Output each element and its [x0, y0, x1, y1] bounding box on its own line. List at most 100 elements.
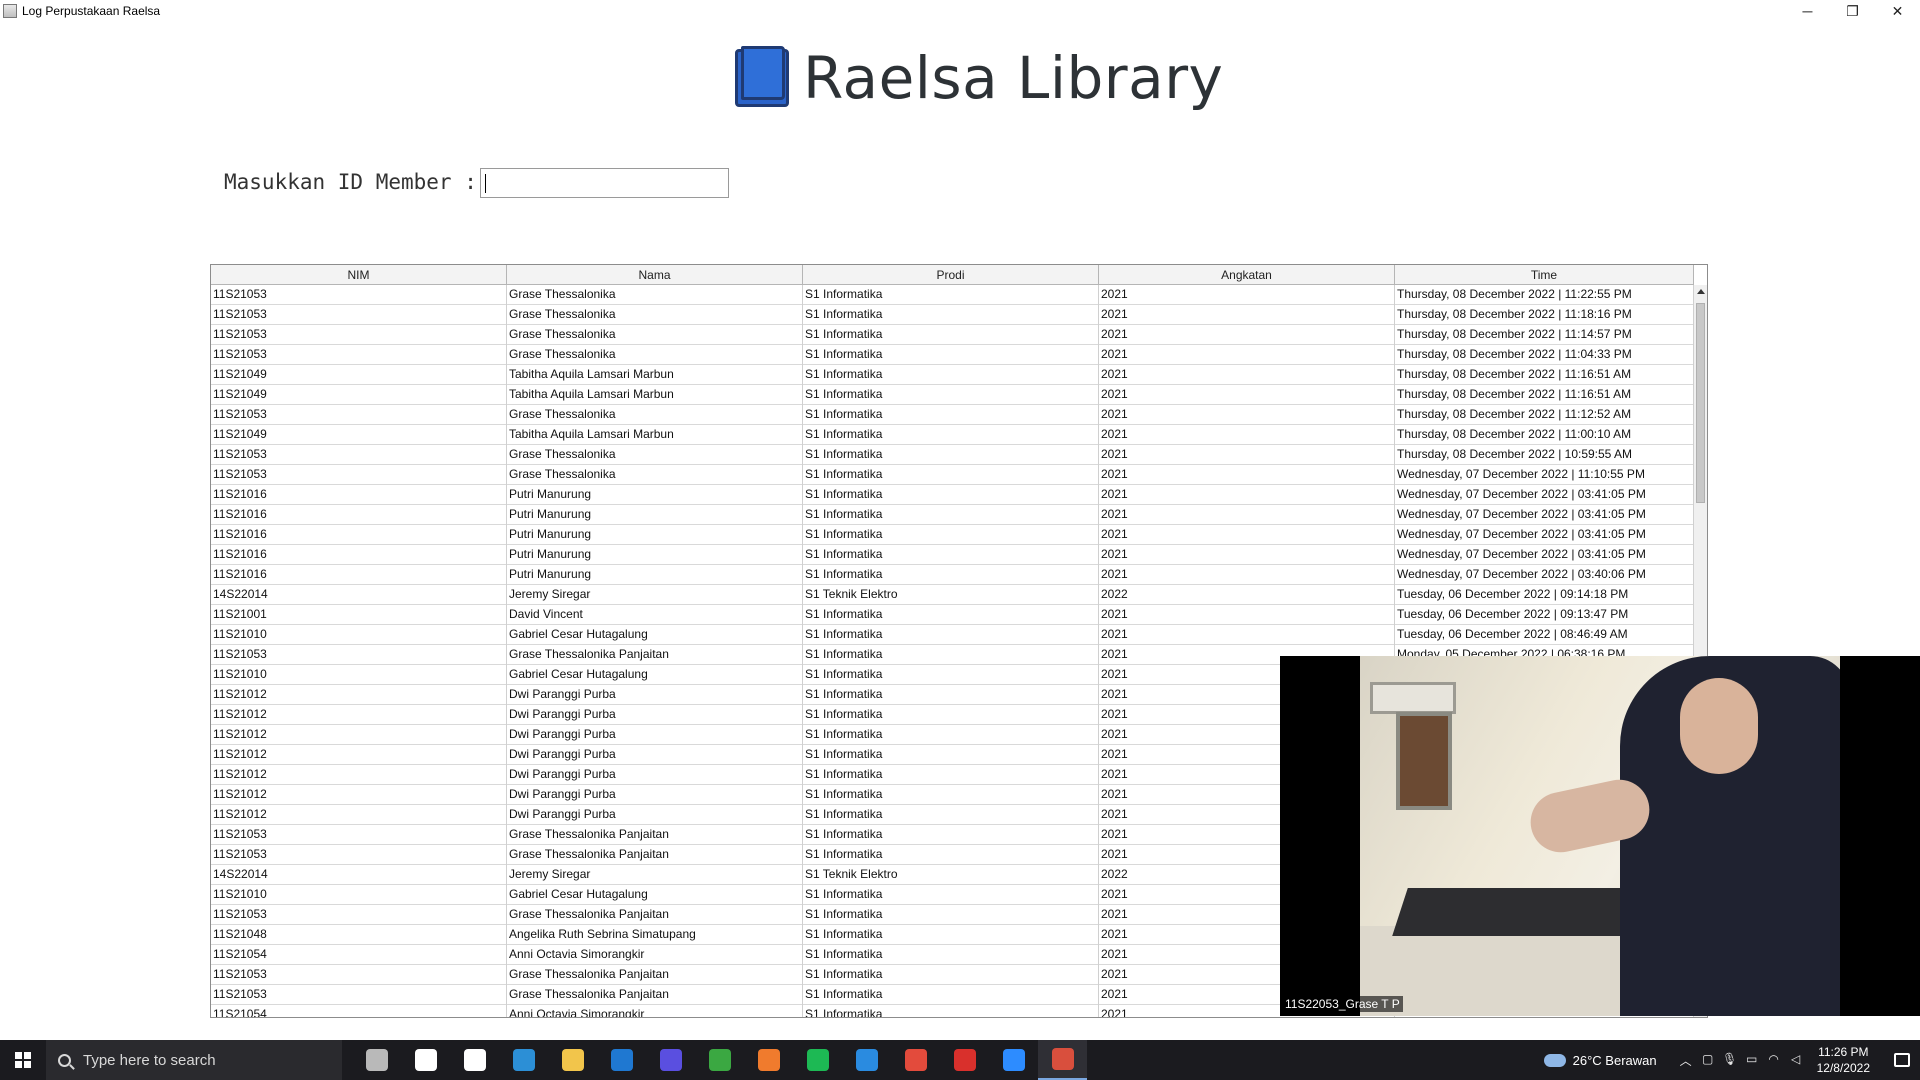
- taskbar-clock[interactable]: 11:26 PM 12/8/2022: [1817, 1044, 1870, 1076]
- cell-prodi: S1 Informatika: [803, 325, 1099, 345]
- java-app-icon: [1051, 1048, 1074, 1070]
- taskbar-app-sketch-app[interactable]: [646, 1040, 695, 1080]
- sketch-app-icon: [659, 1049, 682, 1071]
- app-window: Log Perpustakaan Raelsa ─ ❐ ✕ Raelsa Lib…: [0, 0, 1920, 1040]
- wifi-icon[interactable]: ◠: [1763, 1052, 1785, 1069]
- notification-button[interactable]: [1884, 1040, 1920, 1080]
- cell-prodi: S1 Informatika: [803, 365, 1099, 385]
- taskbar-search[interactable]: Type here to search: [46, 1040, 342, 1080]
- taskbar-app-task-view[interactable]: [450, 1040, 499, 1080]
- cell-time: Thursday, 08 December 2022 | 11:14:57 PM: [1395, 325, 1694, 345]
- taskbar-app-xampp[interactable]: [744, 1040, 793, 1080]
- chrome-icon: [904, 1049, 927, 1071]
- taskbar-app-vscode[interactable]: [842, 1040, 891, 1080]
- table-row[interactable]: 11S21053 Grase Thessalonika S1 Informatika…: [211, 405, 1694, 425]
- cell-nama: Tabitha Aquila Lamsari Marbun: [507, 385, 803, 405]
- column-header-angkatan[interactable]: Angkatan: [1099, 265, 1395, 285]
- column-header-nama[interactable]: Nama: [507, 265, 803, 285]
- cell-angkatan: 2021: [1099, 485, 1395, 505]
- weather-widget[interactable]: 26°C Berawan: [1543, 1053, 1657, 1068]
- cell-nim: 11S21010: [211, 885, 507, 905]
- cell-nama: Grase Thessalonika Panjaitan: [507, 965, 803, 985]
- table-row[interactable]: 11S21016 Putri Manurung S1 Informatika 2021…: [211, 485, 1694, 505]
- taskbar-app-cortana[interactable]: [401, 1040, 450, 1080]
- taskbar-app-edge[interactable]: [499, 1040, 548, 1080]
- cell-nim: 11S21053: [211, 285, 507, 305]
- taskbar-app-xbox[interactable]: [695, 1040, 744, 1080]
- microphone-icon[interactable]: 🎙: [1719, 1052, 1741, 1069]
- cell-nim: 11S21053: [211, 405, 507, 425]
- cell-time: Thursday, 08 December 2022 | 11:22:55 PM: [1395, 285, 1694, 305]
- table-row[interactable]: 11S21053 Grase Thessalonika S1 Informatika…: [211, 305, 1694, 325]
- start-button[interactable]: [0, 1040, 46, 1080]
- table-row[interactable]: 11S21010 Gabriel Cesar Hutagalung S1 Infor…: [211, 625, 1694, 645]
- cell-time: Tuesday, 06 December 2022 | 08:46:49 AM: [1395, 625, 1694, 645]
- restore-button[interactable]: ❐: [1830, 0, 1875, 22]
- cell-prodi: S1 Informatika: [803, 665, 1099, 685]
- column-header-nim[interactable]: NIM: [211, 265, 507, 285]
- cell-nim: 11S21053: [211, 465, 507, 485]
- video-overlay[interactable]: 11S22053_Grase T P: [1280, 656, 1920, 1016]
- scroll-up-arrow-icon[interactable]: [1697, 289, 1705, 294]
- cell-nama: Dwi Paranggi Purba: [507, 745, 803, 765]
- system-tray: 26°C Berawan ︿ ▢ 🎙 ▭ ◠ ◁ 11:26 PM 12/8/2…: [1543, 1040, 1920, 1080]
- cell-angkatan: 2021: [1099, 465, 1395, 485]
- table-row[interactable]: 14S22014 Jeremy Siregar S1 Teknik Elektro 2…: [211, 585, 1694, 605]
- edge-icon: [512, 1049, 535, 1071]
- column-header-time[interactable]: Time: [1395, 265, 1694, 285]
- cell-angkatan: 2021: [1099, 545, 1395, 565]
- cell-prodi: S1 Teknik Elektro: [803, 585, 1099, 605]
- table-row[interactable]: 11S21016 Putri Manurung S1 Informatika 2021…: [211, 565, 1694, 585]
- taskbar-app-mail[interactable]: [597, 1040, 646, 1080]
- taskbar-apps: [352, 1040, 1087, 1080]
- table-row[interactable]: 11S21016 Putri Manurung S1 Informatika 2021…: [211, 525, 1694, 545]
- battery-icon[interactable]: ▭: [1741, 1052, 1763, 1069]
- cell-prodi: S1 Informatika: [803, 625, 1099, 645]
- table-row[interactable]: 11S21001 David Vincent S1 Informatika 2021 T…: [211, 605, 1694, 625]
- cell-nama: Tabitha Aquila Lamsari Marbun: [507, 365, 803, 385]
- search-icon: [58, 1053, 71, 1067]
- mail-icon: [610, 1049, 633, 1071]
- member-id-input[interactable]: [480, 168, 729, 198]
- taskbar-app-zoom[interactable]: [989, 1040, 1038, 1080]
- cell-nama: Grase Thessalonika Panjaitan: [507, 825, 803, 845]
- xampp-icon: [757, 1049, 780, 1071]
- taskbar-app-java-app[interactable]: [1038, 1040, 1087, 1080]
- scroll-thumb[interactable]: [1696, 303, 1705, 503]
- table-row[interactable]: 11S21053 Grase Thessalonika S1 Informatika…: [211, 325, 1694, 345]
- taskbar-app-file-explorer[interactable]: [548, 1040, 597, 1080]
- table-row[interactable]: 11S21049 Tabitha Aquila Lamsari Marbun S1 …: [211, 385, 1694, 405]
- cell-time: Thursday, 08 December 2022 | 11:16:51 AM: [1395, 365, 1694, 385]
- column-header-prodi[interactable]: Prodi: [803, 265, 1099, 285]
- table-row[interactable]: 11S21016 Putri Manurung S1 Informatika 2021…: [211, 545, 1694, 565]
- cell-nama: Putri Manurung: [507, 545, 803, 565]
- cell-nama: Dwi Paranggi Purba: [507, 805, 803, 825]
- cell-nim: 11S21053: [211, 345, 507, 365]
- volume-icon[interactable]: ◁: [1785, 1052, 1807, 1069]
- app-header: Raelsa Library: [735, 44, 1223, 112]
- minimize-button[interactable]: ─: [1785, 0, 1830, 22]
- chevron-up-icon[interactable]: ︿: [1675, 1052, 1697, 1069]
- cell-prodi: S1 Informatika: [803, 645, 1099, 665]
- table-row[interactable]: 11S21053 Grase Thessalonika S1 Informatika…: [211, 285, 1694, 305]
- table-row[interactable]: 11S21053 Grase Thessalonika S1 Informatika…: [211, 345, 1694, 365]
- meet-now-icon[interactable]: ▢: [1697, 1052, 1719, 1069]
- table-row[interactable]: 11S21053 Grase Thessalonika S1 Informatika…: [211, 445, 1694, 465]
- taskbar-app-chrome[interactable]: [891, 1040, 940, 1080]
- cell-prodi: S1 Informatika: [803, 525, 1099, 545]
- taskbar-app-acrobat[interactable]: [940, 1040, 989, 1080]
- table-row[interactable]: 11S21049 Tabitha Aquila Lamsari Marbun S1 …: [211, 425, 1694, 445]
- taskbar-app-tools[interactable]: [352, 1040, 401, 1080]
- xbox-icon: [708, 1049, 731, 1071]
- taskbar-app-spotify[interactable]: [793, 1040, 842, 1080]
- table-row[interactable]: 11S21053 Grase Thessalonika S1 Informatika…: [211, 465, 1694, 485]
- table-row[interactable]: 11S21049 Tabitha Aquila Lamsari Marbun S1 …: [211, 365, 1694, 385]
- cell-angkatan: 2021: [1099, 625, 1395, 645]
- cell-angkatan: 2021: [1099, 305, 1395, 325]
- cell-nim: 11S21012: [211, 725, 507, 745]
- cell-prodi: S1 Teknik Elektro: [803, 865, 1099, 885]
- cell-nim: 11S21054: [211, 1005, 507, 1017]
- cell-nama: Putri Manurung: [507, 505, 803, 525]
- close-button[interactable]: ✕: [1875, 0, 1920, 22]
- table-row[interactable]: 11S21016 Putri Manurung S1 Informatika 2021…: [211, 505, 1694, 525]
